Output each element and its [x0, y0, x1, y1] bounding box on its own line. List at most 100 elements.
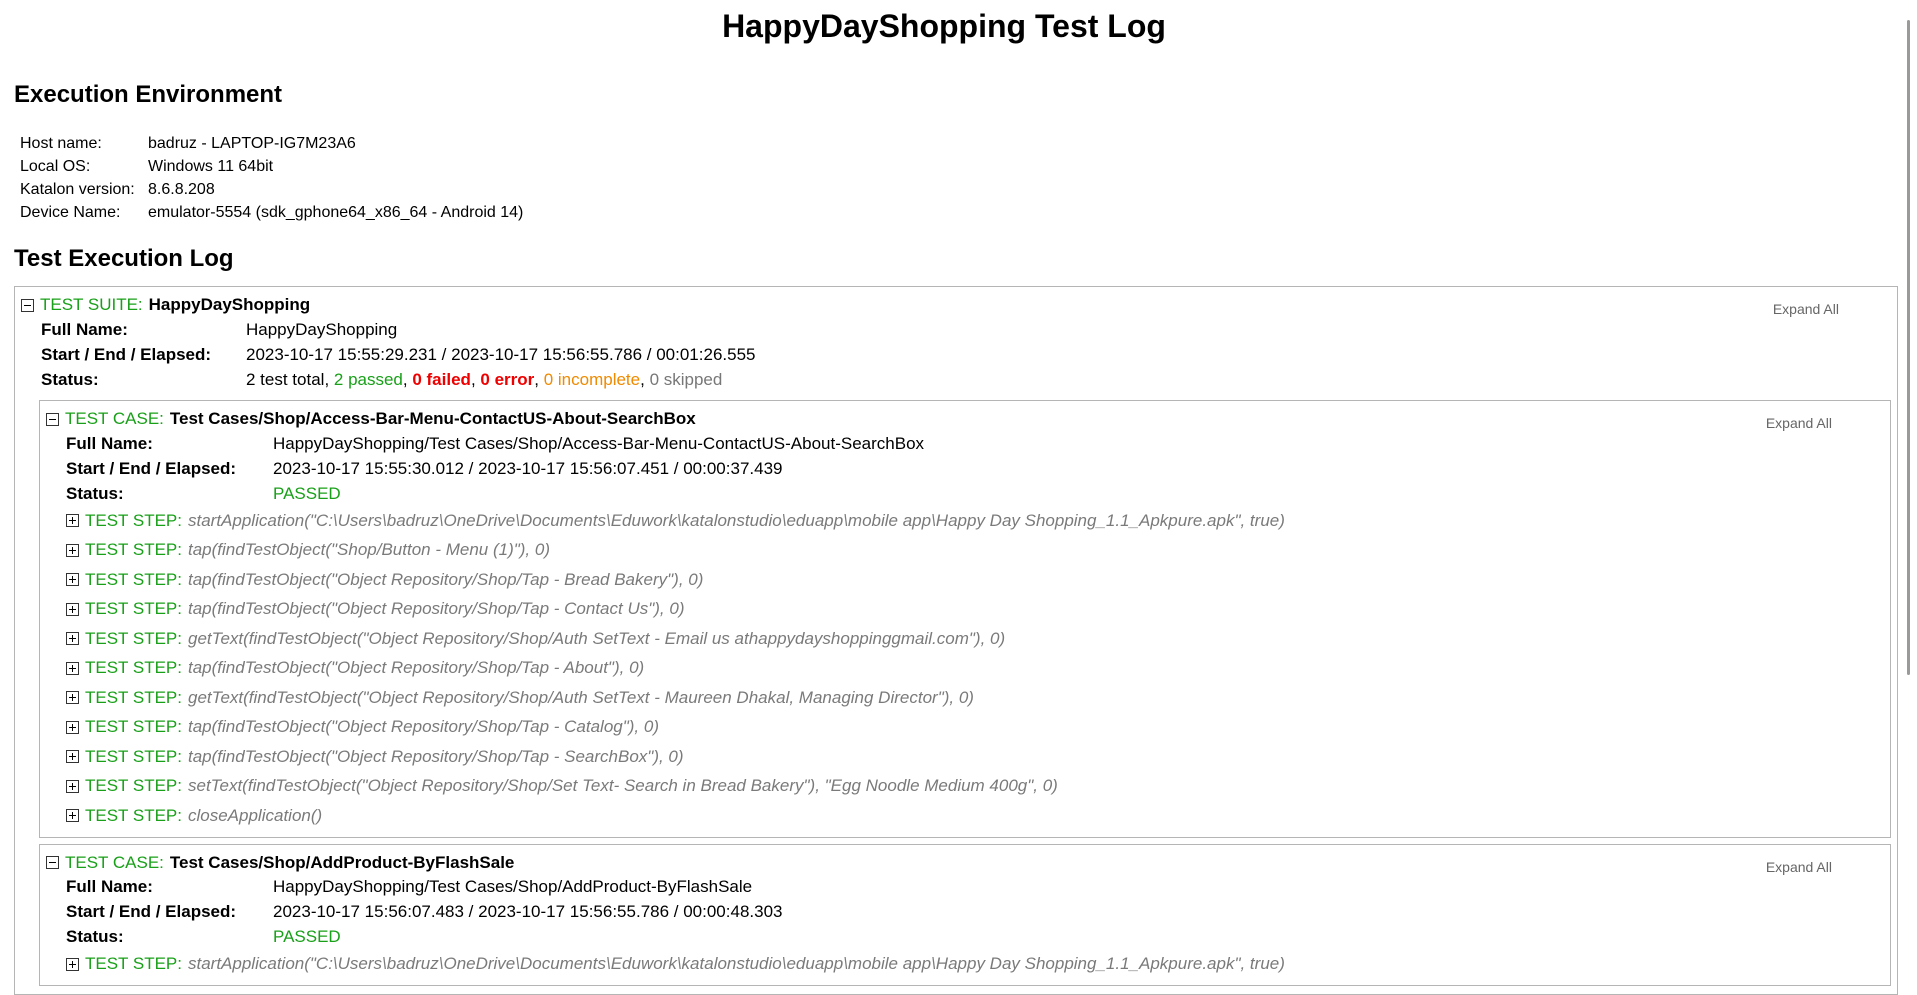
status-label: Status:: [66, 927, 124, 946]
status-passed: 2 passed: [333, 369, 403, 389]
case-expand-all-link[interactable]: Expand All: [1766, 859, 1832, 875]
case-kind-label: TEST CASE:: [65, 409, 164, 428]
step-kind-label: TEST STEP:: [85, 569, 182, 589]
suite-header: TEST SUITE: HappyDayShopping: [21, 293, 1893, 317]
expand-icon[interactable]: [66, 691, 79, 705]
suite-properties: Full Name: HappyDayShopping Start / End …: [41, 317, 1893, 392]
step-kind-label: TEST STEP:: [85, 746, 182, 766]
suite-kind-label: TEST SUITE:: [40, 295, 143, 314]
test-step-row: TEST STEP: startApplication("C:\Users\ba…: [66, 506, 1886, 536]
expand-icon[interactable]: [66, 543, 79, 557]
expand-icon[interactable]: [66, 779, 79, 793]
step-kind-label: TEST STEP:: [85, 540, 182, 560]
case-start-end-row: Start / End / Elapsed: 2023-10-17 15:56:…: [66, 900, 1886, 925]
case-steps: TEST STEP: startApplication("C:\Users\ba…: [66, 950, 1886, 980]
step-kind-label: TEST STEP:: [85, 599, 182, 619]
step-description: setText(findTestObject("Object Repositor…: [188, 776, 1058, 796]
expand-icon[interactable]: [66, 661, 79, 675]
status-total: 2 test total: [246, 369, 325, 389]
case-kind-label: TEST CASE:: [65, 852, 164, 872]
env-value: Windows 11 64bit: [148, 157, 274, 175]
log-heading: Test Execution Log: [14, 245, 234, 272]
suite-full-name-row: Full Name: HappyDayShopping: [41, 317, 1893, 342]
test-step-row: TEST STEP: getText(findTestObject("Objec…: [66, 683, 1886, 713]
scrollbar-thumb[interactable]: [1907, 20, 1910, 675]
env-row-device: Device Name: emulator-5554 (sdk_gphone64…: [18, 201, 525, 224]
test-step-row: TEST STEP: tap(findTestObject("Object Re…: [66, 713, 1886, 743]
case-properties: Full Name: HappyDayShopping/Test Cases/S…: [66, 875, 1886, 950]
status-incomplete: 0 incomplete: [543, 369, 641, 389]
case-status-row: Status: PASSED: [66, 481, 1886, 506]
step-description: tap(findTestObject("Object Repository/Sh…: [188, 746, 684, 766]
env-value: badruz - LAPTOP-IG7M23A6: [148, 134, 356, 152]
test-step-row: TEST STEP: tap(findTestObject("Shop/Butt…: [66, 536, 1886, 566]
step-kind-label: TEST STEP:: [85, 776, 182, 796]
expand-icon[interactable]: [66, 602, 79, 616]
step-description: tap(findTestObject("Shop/Button - Menu (…: [188, 540, 550, 560]
env-row-host: Host name: badruz - LAPTOP-IG7M23A6: [18, 132, 525, 155]
step-description: startApplication("C:\Users\badruz\OneDri…: [188, 954, 1285, 974]
case-steps: TEST STEP: startApplication("C:\Users\ba…: [66, 506, 1886, 831]
collapse-icon[interactable]: [46, 856, 59, 869]
case-start-end: 2023-10-17 15:55:30.012 / 2023-10-17 15:…: [273, 458, 783, 478]
expand-icon[interactable]: [66, 720, 79, 734]
full-name-label: Full Name:: [66, 877, 153, 896]
test-step-row: TEST STEP: closeApplication(): [66, 801, 1886, 831]
status-label: Status:: [41, 369, 99, 389]
test-suite-panel: Expand All TEST SUITE: HappyDayShopping …: [14, 286, 1898, 995]
step-kind-label: TEST STEP:: [85, 658, 182, 678]
expand-icon[interactable]: [66, 957, 79, 971]
status-error: 0 error: [480, 369, 535, 389]
start-end-label: Start / End / Elapsed:: [66, 458, 237, 478]
expand-icon[interactable]: [66, 632, 79, 646]
suite-status: 2 test total, 2 passed, 0 failed, 0 erro…: [246, 369, 723, 389]
case-header: TEST CASE: Test Cases/Shop/Access-Bar-Me…: [46, 407, 1886, 431]
test-step-row: TEST STEP: tap(findTestObject("Object Re…: [66, 595, 1886, 625]
env-key: Host name:: [20, 134, 102, 152]
collapse-icon[interactable]: [46, 412, 59, 426]
expand-icon[interactable]: [66, 750, 79, 764]
env-key: Device Name:: [20, 203, 121, 221]
case-header: TEST CASE: Test Cases/Shop/AddProduct-By…: [46, 851, 1886, 875]
step-description: getText(findTestObject("Object Repositor…: [188, 687, 974, 707]
full-name-label: Full Name:: [41, 319, 128, 339]
expand-icon[interactable]: [66, 809, 79, 823]
env-row-os: Local OS: Windows 11 64bit: [18, 155, 525, 178]
step-kind-label: TEST STEP:: [85, 805, 182, 825]
case-start-end: 2023-10-17 15:56:07.483 / 2023-10-17 15:…: [273, 902, 783, 921]
case-name: Test Cases/Shop/AddProduct-ByFlashSale: [169, 852, 515, 872]
test-case-panel: Expand All TEST CASE: Test Cases/Shop/Ad…: [39, 843, 1891, 986]
test-step-row: TEST STEP: startApplication("C:\Users\ba…: [66, 950, 1886, 980]
env-key: Katalon version:: [20, 180, 135, 198]
case-name: Test Cases/Shop/Access-Bar-Menu-ContactU…: [169, 409, 696, 428]
case-full-name-row: Full Name: HappyDayShopping/Test Cases/S…: [66, 875, 1886, 900]
page-title: HappyDayShopping Test Log: [722, 8, 1166, 44]
test-step-row: TEST STEP: tap(findTestObject("Object Re…: [66, 742, 1886, 772]
suite-start-end: 2023-10-17 15:55:29.231 / 2023-10-17 15:…: [246, 344, 756, 364]
step-kind-label: TEST STEP:: [85, 510, 182, 530]
test-step-row: TEST STEP: tap(findTestObject("Object Re…: [66, 654, 1886, 684]
test-step-row: TEST STEP: setText(findTestObject("Objec…: [66, 772, 1886, 802]
step-kind-label: TEST STEP:: [85, 954, 182, 974]
env-value: emulator-5554 (sdk_gphone64_x86_64 - And…: [148, 203, 524, 221]
status-failed: 0 failed: [412, 369, 471, 389]
case-start-end-row: Start / End / Elapsed: 2023-10-17 15:55:…: [66, 456, 1886, 481]
step-description: startApplication("C:\Users\badruz\OneDri…: [188, 510, 1285, 530]
test-step-row: TEST STEP: tap(findTestObject("Object Re…: [66, 565, 1886, 595]
vertical-scrollbar[interactable]: [1900, 0, 1917, 972]
start-end-label: Start / End / Elapsed:: [41, 344, 212, 364]
expand-icon[interactable]: [66, 573, 79, 587]
suite-expand-all-link[interactable]: Expand All: [1773, 301, 1839, 317]
step-description: closeApplication(): [188, 805, 323, 825]
env-key: Local OS:: [20, 157, 91, 175]
step-kind-label: TEST STEP:: [85, 687, 182, 707]
start-end-label: Start / End / Elapsed:: [66, 902, 237, 921]
case-full-name: HappyDayShopping/Test Cases/Shop/Access-…: [273, 433, 925, 453]
step-description: tap(findTestObject("Object Repository/Sh…: [188, 658, 645, 678]
suite-full-name: HappyDayShopping: [246, 319, 398, 339]
expand-icon[interactable]: [66, 514, 79, 528]
step-kind-label: TEST STEP:: [85, 628, 182, 648]
step-description: tap(findTestObject("Object Repository/Sh…: [188, 717, 659, 737]
case-expand-all-link[interactable]: Expand All: [1766, 415, 1832, 431]
collapse-icon[interactable]: [21, 298, 34, 312]
